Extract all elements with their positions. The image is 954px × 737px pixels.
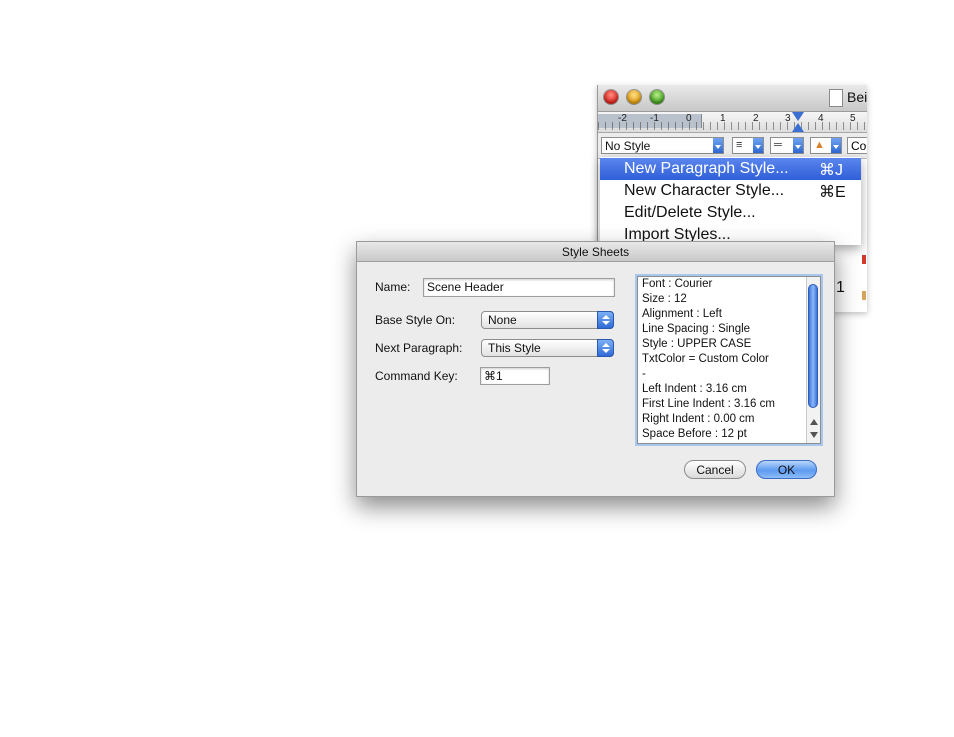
vertical-scrollbar[interactable] bbox=[806, 277, 820, 443]
style-select-value: No Style bbox=[605, 139, 651, 153]
menu-item-edit-delete-style[interactable]: Edit/Delete Style... bbox=[600, 202, 861, 224]
highlighter-icon: ▲ bbox=[814, 139, 825, 151]
scroll-up-arrow-icon[interactable] bbox=[810, 419, 818, 425]
zoom-window-button[interactable] bbox=[650, 90, 664, 104]
style-summary-line: First Line Indent : 3.16 cm bbox=[642, 398, 775, 410]
base-style-popup[interactable]: None bbox=[481, 311, 614, 329]
app-window-title: Bei bbox=[847, 89, 867, 105]
style-sheets-dialog: Style Sheets Name: Scene Header Base Sty… bbox=[356, 241, 835, 497]
alignment-button[interactable]: ≡ bbox=[732, 137, 764, 154]
chevron-down-icon bbox=[793, 138, 803, 153]
style-summary-line: TxtColor = Custom Color bbox=[642, 353, 769, 365]
line-spacing-icon: ═ bbox=[774, 139, 782, 151]
style-summary-line: Line Spacing : Single bbox=[642, 323, 751, 335]
chevron-down-icon bbox=[831, 138, 841, 153]
name-label: Name: bbox=[375, 280, 411, 294]
app-titlebar: Bei bbox=[598, 85, 867, 112]
font-select[interactable]: Cou bbox=[847, 137, 867, 154]
menu-item-shortcut: ⌘J bbox=[819, 162, 843, 179]
scrollbar-thumb[interactable] bbox=[808, 284, 818, 408]
first-indent-marker[interactable] bbox=[792, 112, 804, 121]
cancel-button[interactable]: Cancel bbox=[684, 460, 746, 479]
ruler[interactable]: -2 -1 0 1 2 3 4 5 bbox=[598, 112, 867, 133]
document-icon bbox=[829, 89, 843, 107]
ruler-ticks bbox=[598, 122, 867, 130]
style-summary-line: Left Indent : 3.16 cm bbox=[642, 383, 747, 395]
menu-item-new-paragraph-style[interactable]: New Paragraph Style... ⌘J bbox=[600, 158, 861, 180]
name-field[interactable]: Scene Header bbox=[423, 278, 615, 297]
command-key-field[interactable]: ⌘1 bbox=[480, 367, 550, 385]
ruler-number: 5 bbox=[850, 113, 856, 124]
command-key-label: Command Key: bbox=[375, 369, 458, 383]
next-paragraph-value: This Style bbox=[488, 341, 541, 355]
next-paragraph-label: Next Paragraph: bbox=[375, 341, 463, 355]
highlight-color-button[interactable]: ▲ bbox=[810, 137, 842, 154]
document-page-number: 1 bbox=[836, 279, 845, 296]
menu-item-new-character-style[interactable]: New Character Style... ⌘E bbox=[600, 180, 861, 202]
base-style-label: Base Style On: bbox=[375, 313, 456, 327]
chevron-down-icon bbox=[753, 138, 763, 153]
scroll-down-arrow-icon[interactable] bbox=[810, 432, 818, 438]
style-summary-line: Style : UPPER CASE bbox=[642, 338, 752, 350]
minimize-window-button[interactable] bbox=[627, 90, 641, 104]
dialog-titlebar[interactable]: Style Sheets bbox=[357, 242, 834, 262]
next-paragraph-popup[interactable]: This Style bbox=[481, 339, 614, 357]
updown-arrows-icon bbox=[597, 311, 614, 329]
style-summary-line: - bbox=[642, 368, 646, 380]
style-summary-line: Font : Courier bbox=[642, 278, 713, 290]
chevron-down-icon bbox=[713, 138, 723, 153]
ruler-number: 0 bbox=[686, 113, 692, 124]
menu-item-label: Edit/Delete Style... bbox=[624, 204, 756, 221]
style-summary-list[interactable]: Font : Courier Size : 12 Alignment : Lef… bbox=[637, 276, 821, 444]
ruler-number: 2 bbox=[753, 113, 759, 124]
left-indent-marker[interactable] bbox=[792, 123, 804, 132]
menu-item-label: New Character Style... bbox=[624, 182, 785, 199]
document-text-fragment bbox=[862, 255, 866, 264]
base-style-value: None bbox=[488, 313, 517, 327]
ok-button[interactable]: OK bbox=[756, 460, 817, 479]
menu-item-label: New Paragraph Style... bbox=[624, 160, 789, 177]
ruler-number: 1 bbox=[720, 113, 726, 124]
style-select[interactable]: No Style bbox=[601, 137, 724, 154]
line-spacing-button[interactable]: ═ bbox=[770, 137, 804, 154]
dialog-title: Style Sheets bbox=[561, 245, 630, 259]
ruler-number: -2 bbox=[618, 113, 627, 124]
style-menu: New Paragraph Style... ⌘J New Character … bbox=[600, 157, 861, 245]
ruler-number: 3 bbox=[785, 113, 791, 124]
updown-arrows-icon bbox=[597, 339, 614, 357]
format-toolbar: No Style ≡ ═ ▲ Cou bbox=[598, 133, 867, 159]
style-summary-line: Space Before : 12 pt bbox=[642, 428, 747, 440]
align-left-icon: ≡ bbox=[736, 139, 743, 151]
ruler-number: -1 bbox=[650, 113, 659, 124]
close-window-button[interactable] bbox=[604, 90, 618, 104]
ruler-number: 4 bbox=[818, 113, 824, 124]
document-text-fragment bbox=[862, 291, 866, 300]
style-summary-line: Right Indent : 0.00 cm bbox=[642, 413, 755, 425]
menu-item-shortcut: ⌘E bbox=[819, 184, 846, 201]
style-summary-line: Alignment : Left bbox=[642, 308, 722, 320]
style-summary-line: Size : 12 bbox=[642, 293, 687, 305]
